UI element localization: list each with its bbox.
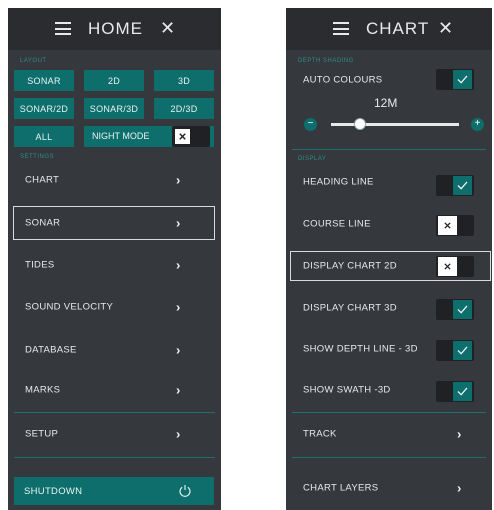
menu-item-chart[interactable]: CHART › xyxy=(8,164,221,196)
layout-sonar-button[interactable]: SONAR xyxy=(14,70,74,91)
depth-shading-section-label: DEPTH SHADING xyxy=(298,58,354,64)
x-mark-icon xyxy=(438,216,457,235)
close-icon[interactable]: ✕ xyxy=(438,18,453,39)
layout-2d-button[interactable]: 2D xyxy=(84,70,144,91)
chevron-right-icon: › xyxy=(457,480,462,496)
layout-2d-3d-button[interactable]: 2D/3D xyxy=(154,98,214,119)
chevron-right-icon: › xyxy=(176,299,181,315)
shutdown-label: SHUTDOWN xyxy=(24,485,83,497)
shutdown-button[interactable]: SHUTDOWN xyxy=(14,477,214,505)
menu-item-label: TIDES xyxy=(25,259,55,271)
check-icon xyxy=(453,176,472,195)
check-icon xyxy=(453,341,472,360)
x-mark-icon xyxy=(438,257,457,276)
x-mark-icon xyxy=(175,129,190,144)
menu-item-chart-layers[interactable]: CHART LAYERS › xyxy=(286,472,492,504)
menu-item-sound-velocity[interactable]: SOUND VELOCITY › xyxy=(8,291,221,323)
check-icon xyxy=(453,70,472,89)
menu-item-label: SOUND VELOCITY xyxy=(25,301,114,313)
night-mode-control[interactable]: NIGHT MODE xyxy=(84,126,214,147)
home-panel: HOME ✕ LAYOUT SONAR 2D 3D SONAR/2D SONAR… xyxy=(8,8,221,510)
show-swath-toggle[interactable] xyxy=(436,381,474,402)
chevron-right-icon: › xyxy=(176,172,181,188)
menu-item-label: MARKS xyxy=(25,384,61,396)
chart-title: CHART xyxy=(366,19,430,38)
menu-item-label: DATABASE xyxy=(25,344,77,356)
menu-item-label: CHART LAYERS xyxy=(303,482,379,494)
chart-header: CHART ✕ xyxy=(286,8,492,50)
depth-slider-track[interactable] xyxy=(331,123,459,126)
display-chart-2d-toggle[interactable] xyxy=(436,256,474,277)
display-chart-3d-toggle[interactable] xyxy=(436,299,474,320)
close-icon[interactable]: ✕ xyxy=(160,18,175,39)
display-section-label: DISPLAY xyxy=(298,156,327,162)
menu-item-marks[interactable]: MARKS › xyxy=(8,374,221,406)
chevron-right-icon: › xyxy=(176,426,181,442)
toggle-label: SHOW DEPTH LINE - 3D xyxy=(303,343,418,355)
depth-value: 12M xyxy=(374,96,398,110)
menu-item-tides[interactable]: TIDES › xyxy=(8,249,221,281)
chevron-right-icon: › xyxy=(457,426,462,442)
show-depth-line-toggle[interactable] xyxy=(436,340,474,361)
auto-colours-toggle[interactable] xyxy=(436,69,474,90)
home-title: HOME xyxy=(88,19,143,38)
night-mode-toggle[interactable] xyxy=(172,126,210,147)
minus-button[interactable]: − xyxy=(304,118,317,131)
menu-item-label: TRACK xyxy=(303,428,337,440)
menu-item-setup[interactable]: SETUP › xyxy=(8,418,221,450)
auto-colours-label: AUTO COLOURS xyxy=(303,74,383,86)
menu-item-label: CHART xyxy=(25,174,60,186)
layout-3d-button[interactable]: 3D xyxy=(154,70,214,91)
chevron-right-icon: › xyxy=(176,257,181,273)
depth-slider-thumb[interactable] xyxy=(354,118,367,130)
settings-section-label: SETTINGS xyxy=(20,154,55,160)
toggle-label: DISPLAY CHART 2D xyxy=(303,260,397,272)
divider xyxy=(292,412,486,413)
menu-item-database[interactable]: DATABASE › xyxy=(8,334,221,366)
chart-panel: CHART ✕ DEPTH SHADING AUTO COLOURS 12M −… xyxy=(286,8,492,510)
divider xyxy=(14,412,215,413)
menu-item-label: SETUP xyxy=(25,428,59,440)
home-header: HOME ✕ xyxy=(8,8,221,50)
divider xyxy=(292,457,486,458)
power-icon xyxy=(179,485,191,497)
hamburger-icon[interactable] xyxy=(333,22,349,35)
check-icon xyxy=(453,300,472,319)
chevron-right-icon: › xyxy=(176,382,181,398)
menu-item-sonar[interactable]: SONAR › xyxy=(13,206,215,240)
chevron-right-icon: › xyxy=(176,342,181,358)
course-line-toggle[interactable] xyxy=(436,215,474,236)
layout-sonar-2d-button[interactable]: SONAR/2D xyxy=(14,98,74,119)
divider xyxy=(292,149,486,150)
divider xyxy=(14,457,215,458)
menu-item-label: SONAR xyxy=(25,217,61,229)
hamburger-icon[interactable] xyxy=(55,22,71,35)
toggle-label: DISPLAY CHART 3D xyxy=(303,302,397,314)
toggle-label: SHOW SWATH -3D xyxy=(303,384,391,396)
layout-all-button[interactable]: ALL xyxy=(14,126,74,147)
layout-sonar-3d-button[interactable]: SONAR/3D xyxy=(84,98,144,119)
heading-line-toggle[interactable] xyxy=(436,175,474,196)
menu-item-track[interactable]: TRACK › xyxy=(286,418,492,450)
toggle-label: COURSE LINE xyxy=(303,218,371,230)
plus-button[interactable]: + xyxy=(471,118,484,131)
chevron-right-icon: › xyxy=(176,215,181,231)
layout-section-label: LAYOUT xyxy=(20,58,47,64)
toggle-label: HEADING LINE xyxy=(303,176,374,188)
night-mode-label: NIGHT MODE xyxy=(92,131,150,141)
check-icon xyxy=(453,382,472,401)
